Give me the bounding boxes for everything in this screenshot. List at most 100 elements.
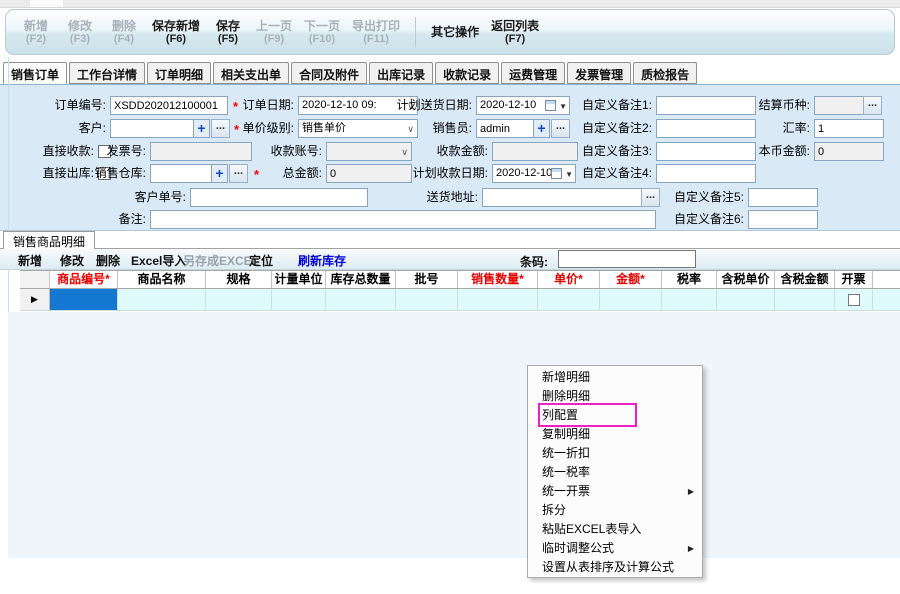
grid-header-tax-amount[interactable]: 含税金额: [775, 271, 835, 288]
grid-header-batch-no[interactable]: 批号: [396, 271, 458, 288]
save-button[interactable]: 保存 (F5): [206, 19, 250, 46]
cell-stock-qty[interactable]: [326, 289, 396, 311]
cell-spec[interactable]: [206, 289, 272, 311]
grid-header-tax-rate[interactable]: 税率: [662, 271, 717, 288]
local-amount-input[interactable]: [814, 142, 884, 161]
direct-outbound-label: 直接出库:: [28, 164, 94, 183]
other-actions-button[interactable]: 其它操作: [425, 25, 485, 39]
save-as-new-button[interactable]: 保存新增 (F6): [146, 19, 206, 46]
menu-item-add-detail[interactable]: 新增明细: [528, 368, 702, 387]
custom-note1-input[interactable]: [656, 96, 756, 115]
grid-header-invoiced[interactable]: 开票: [835, 271, 873, 288]
exchange-rate-input[interactable]: [814, 119, 884, 138]
export-print-button[interactable]: 导出打印 (F11): [346, 19, 406, 46]
tab-receipt-records[interactable]: 收款记录: [435, 62, 499, 84]
cell-tax-price[interactable]: [717, 289, 775, 311]
main-tab-strip: 销售订单 工作台详情 订单明细 相关支出单 合同及附件 出库记录 收款记录 运费…: [3, 62, 699, 85]
cell-product-name[interactable]: [118, 289, 206, 311]
cell-batch-no[interactable]: [396, 289, 458, 311]
grid-header-spec[interactable]: 规格: [206, 271, 272, 288]
cell-sales-qty[interactable]: [458, 289, 538, 311]
menu-item-paste-excel-import[interactable]: 粘贴EXCEL表导入: [528, 520, 702, 539]
plan-delivery-date-picker[interactable]: 2020-12-10 ▼: [476, 96, 570, 115]
menu-item-split[interactable]: 拆分: [528, 501, 702, 520]
menu-item-copy-detail[interactable]: 复制明细: [528, 425, 702, 444]
tab-contract-attachments[interactable]: 合同及附件: [291, 62, 367, 84]
cell-unit[interactable]: [272, 289, 326, 311]
cell-amount[interactable]: [600, 289, 662, 311]
prev-page-button[interactable]: 上一页 (F9): [250, 19, 298, 46]
customer-browse-button[interactable]: ...: [211, 119, 230, 138]
settle-currency-browse-button[interactable]: ...: [863, 96, 882, 115]
grid-header-product-code[interactable]: 商品编号*: [50, 271, 118, 288]
next-page-button[interactable]: 下一页 (F10): [298, 19, 346, 46]
detail-delete-button[interactable]: 删除: [96, 252, 120, 269]
tab-outbound-records[interactable]: 出库记录: [369, 62, 433, 84]
warehouse-input[interactable]: [150, 164, 212, 183]
grid-header-unit[interactable]: 计量单位: [272, 271, 326, 288]
delete-button[interactable]: 删除 (F4): [102, 19, 146, 46]
locate-button[interactable]: 定位: [249, 252, 273, 269]
customer-order-no-input[interactable]: [190, 188, 368, 207]
tab-freight-management[interactable]: 运费管理: [501, 62, 565, 84]
back-to-list-button[interactable]: 返回列表 (F7): [485, 19, 545, 46]
delivery-address-input[interactable]: [482, 188, 642, 207]
warehouse-add-button[interactable]: +: [211, 164, 228, 183]
add-button[interactable]: 新增 (F2): [14, 19, 58, 46]
grid-header-amount[interactable]: 金额*: [600, 271, 662, 288]
salesman-input[interactable]: [476, 119, 534, 138]
tab-order-detail[interactable]: 订单明细: [147, 62, 211, 84]
barcode-input[interactable]: [558, 250, 696, 268]
grid-header-selector[interactable]: [20, 271, 50, 288]
custom-note5-input[interactable]: [748, 188, 818, 207]
save-as-excel-button[interactable]: 另存成EXCEL: [183, 252, 259, 269]
grid-header-unit-price[interactable]: 单价*: [538, 271, 600, 288]
salesman-browse-button[interactable]: ...: [551, 119, 570, 138]
cell-tax-rate[interactable]: [662, 289, 717, 311]
detail-edit-button[interactable]: 修改: [60, 252, 84, 269]
warehouse-browse-button[interactable]: ...: [229, 164, 248, 183]
cell-tax-amount[interactable]: [775, 289, 835, 311]
receipt-amount-input[interactable]: [492, 142, 578, 161]
excel-import-button[interactable]: Excel导入: [131, 252, 186, 269]
tab-invoice-management[interactable]: 发票管理: [567, 62, 631, 84]
customer-input[interactable]: [110, 119, 194, 138]
settle-currency-input[interactable]: [814, 96, 864, 115]
edit-button[interactable]: 修改 (F3): [58, 19, 102, 46]
detail-tab-product-list[interactable]: 销售商品明细: [3, 231, 95, 249]
remark-input[interactable]: [150, 210, 656, 229]
delivery-address-browse-button[interactable]: ...: [641, 188, 660, 207]
customer-add-button[interactable]: +: [193, 119, 210, 138]
plan-receipt-date-picker[interactable]: 2020-12-10 ▼: [492, 164, 576, 183]
salesman-add-button[interactable]: +: [533, 119, 550, 138]
tab-quality-report[interactable]: 质检报告: [633, 62, 697, 84]
grid-empty-area[interactable]: [8, 312, 900, 558]
cell-unit-price[interactable]: [538, 289, 600, 311]
grid-header-product-name[interactable]: 商品名称: [118, 271, 206, 288]
menu-item-uniform-invoice[interactable]: 统一开票 ▶: [528, 482, 702, 501]
order-no-input[interactable]: [110, 96, 228, 115]
invoiced-checkbox[interactable]: [848, 294, 860, 306]
custom-note3-input[interactable]: [656, 142, 756, 161]
custom-note4-input[interactable]: [656, 164, 756, 183]
receipt-account-select[interactable]: ∨: [326, 142, 412, 161]
plan-delivery-date-value: 2020-12-10: [480, 99, 536, 111]
cell-invoiced[interactable]: [835, 289, 873, 311]
detail-add-button[interactable]: 新增: [18, 252, 42, 269]
invoice-no-input[interactable]: [150, 142, 252, 161]
grid-header-stock-qty[interactable]: 库存总数量: [326, 271, 396, 288]
menu-item-uniform-discount[interactable]: 统一折扣: [528, 444, 702, 463]
tab-related-expense[interactable]: 相关支出单: [213, 62, 289, 84]
tab-workbench-detail[interactable]: 工作台详情: [69, 62, 145, 84]
grid-header-sales-qty[interactable]: 销售数量*: [458, 271, 538, 288]
menu-item-uniform-tax-rate[interactable]: 统一税率: [528, 463, 702, 482]
custom-note2-input[interactable]: [656, 119, 756, 138]
menu-item-sort-calc-formula[interactable]: 设置从表排序及计算公式: [528, 558, 702, 577]
refresh-stock-button[interactable]: 刷新库存: [298, 252, 346, 269]
menu-item-temp-formula[interactable]: 临时调整公式 ▶: [528, 539, 702, 558]
row-selector-cell[interactable]: ▶: [20, 289, 50, 311]
cell-product-code[interactable]: [50, 289, 118, 311]
grid-header-tax-price[interactable]: 含税单价: [717, 271, 775, 288]
tab-sales-order[interactable]: 销售订单: [3, 62, 67, 84]
custom-note6-input[interactable]: [748, 210, 818, 229]
